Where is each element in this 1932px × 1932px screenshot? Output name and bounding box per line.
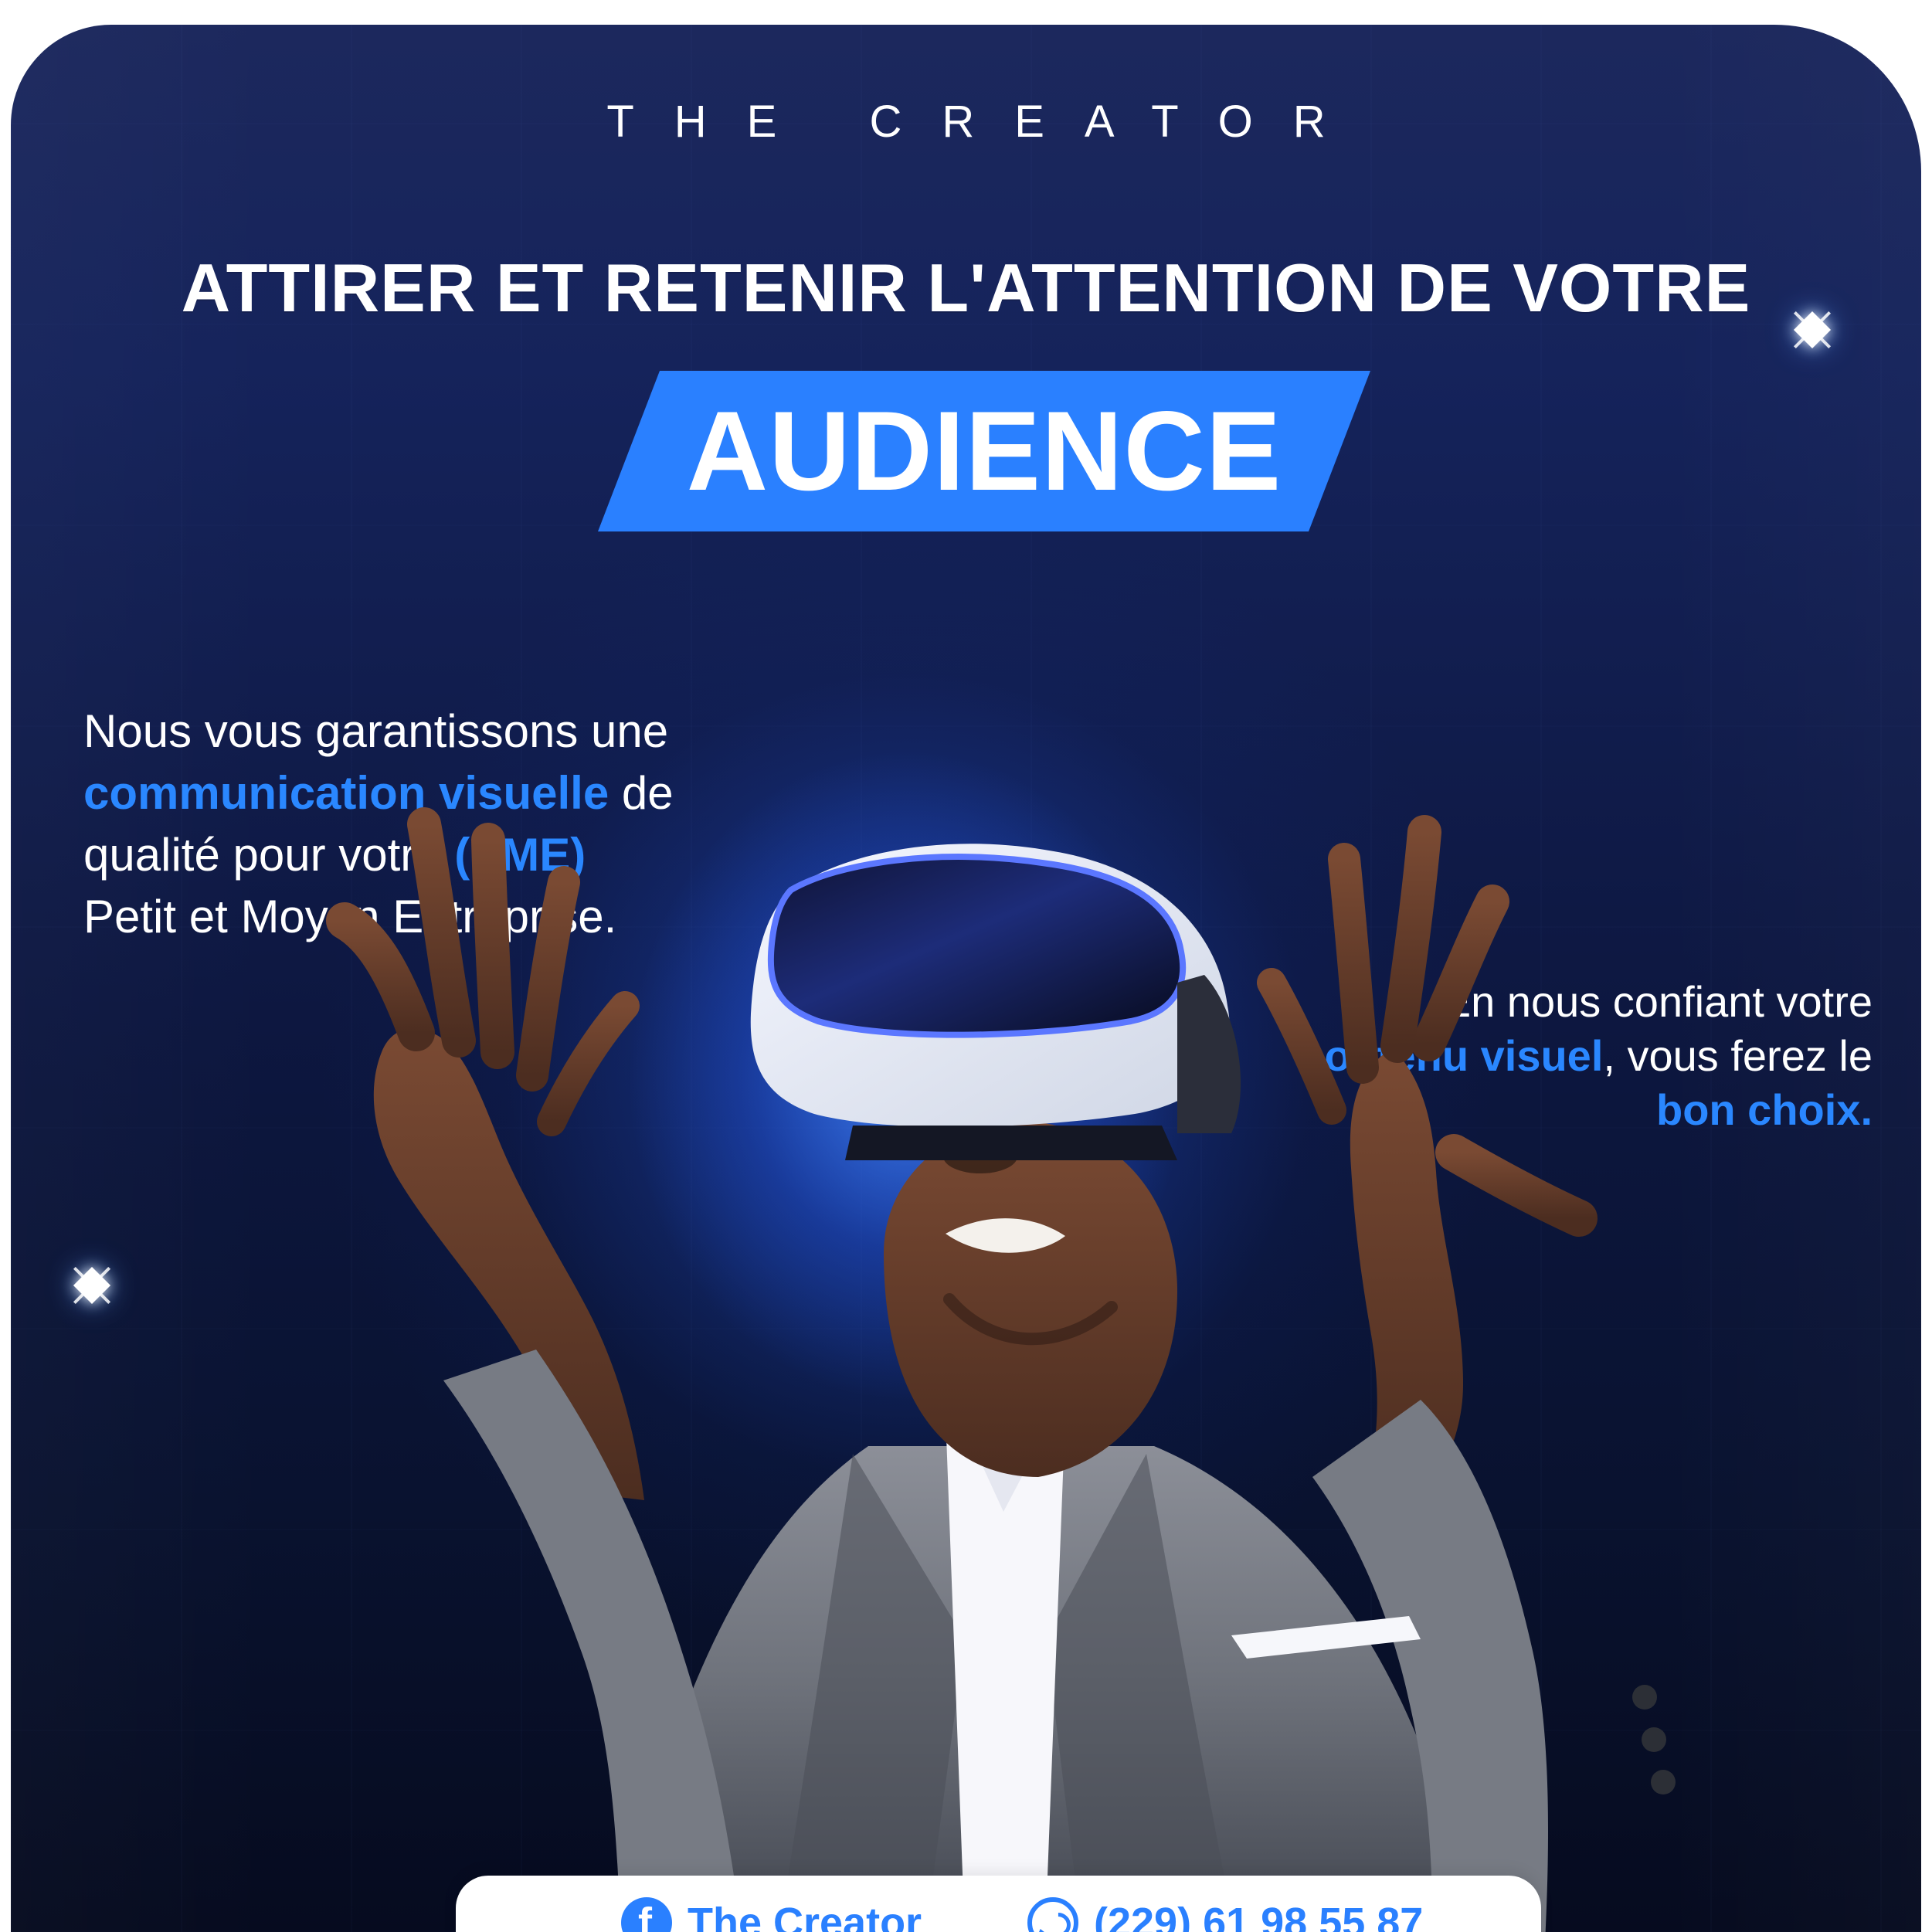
- left-promo-copy: Nous vous garantissons une communication…: [83, 701, 840, 948]
- facebook-icon: [621, 1897, 672, 1932]
- left-copy-line-2-rest: de: [609, 767, 674, 819]
- right-copy-line-2: contenu visuel, vous ferez le: [1247, 1029, 1873, 1083]
- left-copy-line-4: Petit et Moyen Entreprise.: [83, 891, 617, 942]
- pocket-square: [1231, 1616, 1421, 1659]
- poster-canvas: THE CREATOR ATTIRER ET RETENIR L'ATTENTI…: [0, 0, 1932, 1932]
- beard-line: [943, 1293, 1118, 1346]
- right-sleeve: [1312, 1400, 1548, 1932]
- headline-text: ATTIRER ET RETENIR L'ATTENTION DE VOTRE: [181, 250, 1751, 326]
- sparkle-icon: [1793, 311, 1832, 349]
- nose-shadow: [943, 1139, 1017, 1173]
- left-copy-line-1: Nous vous garantissons une: [83, 705, 669, 757]
- right-promo-copy: En nous confiant votre contenu visuel, v…: [1247, 975, 1873, 1137]
- audience-badge: AUDIENCE: [598, 371, 1370, 531]
- whatsapp-label: (229) 61 98 55 87: [1094, 1900, 1424, 1932]
- left-copy-highlight-2: (PME): [454, 829, 586, 881]
- left-copy-line-3-start: qualité pour votre: [83, 829, 455, 881]
- whatsapp-contact: (229) 61 98 55 87: [1027, 1897, 1423, 1932]
- sleeve-button: [1632, 1685, 1657, 1710]
- facebook-label: The Creator: [688, 1900, 922, 1932]
- left-copy-line-3: qualité pour votre (PME): [83, 824, 840, 886]
- whatsapp-icon: [1027, 1897, 1078, 1932]
- shirt-collar: [961, 1419, 1052, 1512]
- sparkle-icon: [73, 1266, 111, 1305]
- right-copy-highlight-2: bon choix.: [1656, 1085, 1873, 1134]
- right-copy-line-2-rest: , vous ferez le: [1603, 1031, 1873, 1080]
- right-copy-line-1: En nous confiant votre: [1441, 977, 1873, 1026]
- left-hand-palm: [373, 1029, 644, 1500]
- audience-label: AUDIENCE: [686, 388, 1282, 514]
- right-hand-thumb: [1435, 1134, 1598, 1237]
- jacket-body: [619, 1446, 1475, 1932]
- poster-background: THE CREATOR ATTIRER ET RETENIR L'ATTENTI…: [11, 25, 1921, 1932]
- contact-bar: The Creator (229) 61 98 55 87: [456, 1876, 1541, 1932]
- face: [884, 1122, 1177, 1477]
- left-copy-highlight-1: communication visuelle: [83, 767, 609, 819]
- vr-headset-side: [1177, 975, 1241, 1133]
- facebook-contact: The Creator: [621, 1897, 922, 1932]
- right-copy-line-3: bon choix.: [1247, 1083, 1873, 1137]
- sleeve-button: [1651, 1770, 1676, 1794]
- shirt: [946, 1415, 1065, 1932]
- right-copy-highlight-1: contenu visuel: [1300, 1031, 1604, 1080]
- left-copy-line-2: communication visuelle de: [83, 762, 840, 824]
- jacket-left-lapel: [779, 1454, 965, 1932]
- vr-headset-base: [845, 1126, 1177, 1160]
- left-sleeve: [443, 1350, 742, 1932]
- brand-top-text: THE CREATOR: [606, 97, 1366, 147]
- jacket-right-lapel: [1046, 1454, 1235, 1932]
- sleeve-button: [1642, 1727, 1666, 1752]
- mouth: [946, 1218, 1065, 1253]
- left-hand-pinky: [537, 991, 640, 1136]
